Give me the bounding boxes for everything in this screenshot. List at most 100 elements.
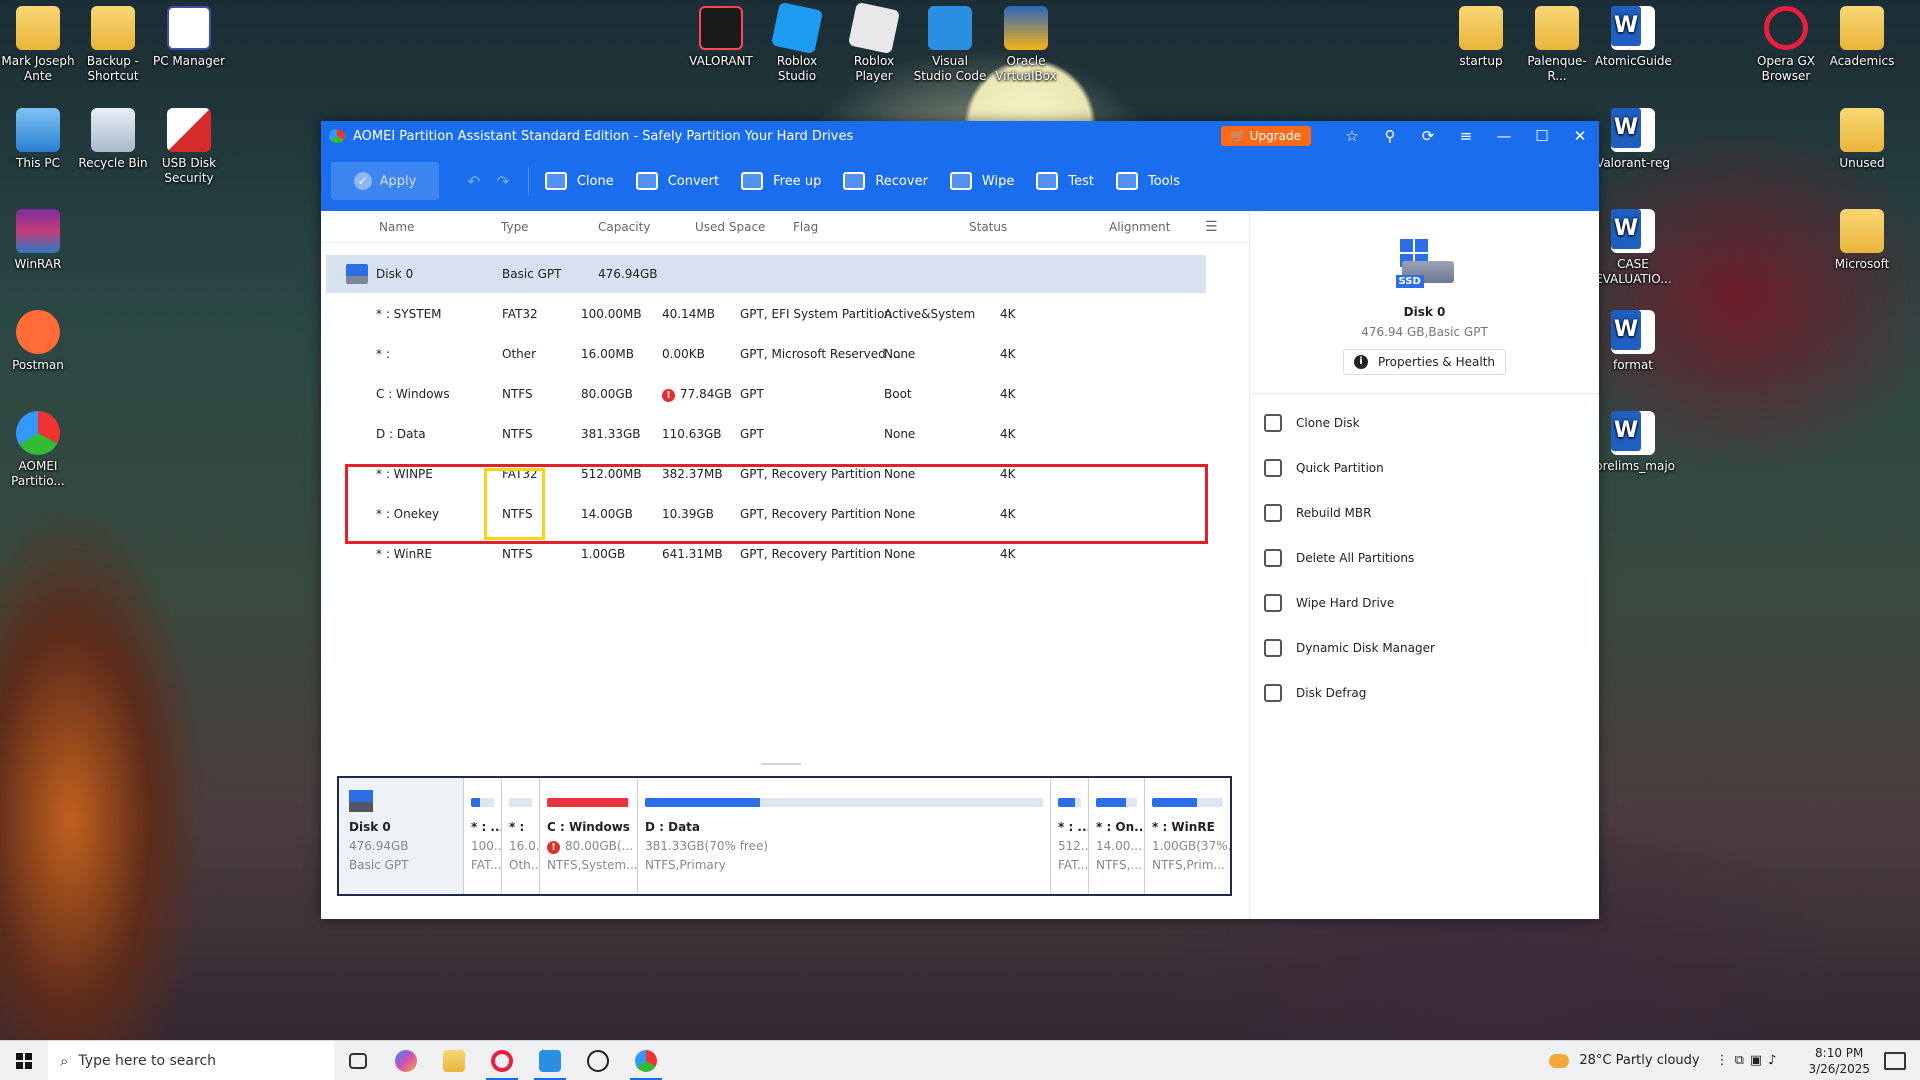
desktop-icon-roblox-studio[interactable]: Roblox Studio xyxy=(759,0,835,84)
postman-icon xyxy=(16,310,60,354)
desktop-icon-prelims[interactable]: prelims_majo xyxy=(1595,405,1675,474)
partition-row[interactable]: * : SYSTEM FAT32 100.00MB 40.14MB GPT, EFI S… xyxy=(326,295,1206,333)
recover-button[interactable]: Recover xyxy=(843,172,928,190)
properties-health-button[interactable]: i Properties & Health xyxy=(1342,349,1507,375)
refresh-icon[interactable]: ⟳ xyxy=(1409,127,1447,145)
desktop-icon-winrar[interactable]: WinRAR xyxy=(0,203,76,272)
convert-button[interactable]: Convert xyxy=(635,172,719,190)
highlight-box-yellow xyxy=(484,468,545,540)
disk-map-partition[interactable]: C : Windows! 80.00GB(... NTFS,System... xyxy=(539,778,637,894)
desktop-icon-roblox-player[interactable]: Roblox Player xyxy=(836,0,912,84)
close-button[interactable]: ✕ xyxy=(1561,127,1599,145)
tray-icons[interactable]: ⋮⧉▣♪ xyxy=(1716,1053,1783,1068)
undo-icon[interactable]: ↶ xyxy=(467,172,480,191)
partition-row[interactable]: C : Windows NTFS 80.00GB ! 77.84GB GPT Boot 4K xyxy=(326,375,1206,413)
disk-map-partition[interactable]: * : On... 14.00... NTFS,... xyxy=(1088,778,1144,894)
wipe-button[interactable]: Wipe xyxy=(949,172,1014,190)
start-button[interactable] xyxy=(0,1041,48,1080)
desktop-icon-virtualbox[interactable]: Oracle VirtualBox xyxy=(988,0,1064,84)
clone-button[interactable]: Clone xyxy=(544,172,614,190)
col-flag[interactable]: Flag xyxy=(793,220,818,234)
upgrade-button[interactable]: 🛒 Upgrade xyxy=(1220,126,1311,146)
desktop-icon-recycle-bin[interactable]: Recycle Bin xyxy=(75,102,151,171)
delete-all-partitions-button[interactable]: Delete All Partitions xyxy=(1250,535,1599,580)
cell-name: * : xyxy=(376,347,390,361)
desktop-icon-postman[interactable]: Postman xyxy=(0,304,76,373)
wipe-hard-drive-button[interactable]: Wipe Hard Drive xyxy=(1250,580,1599,625)
splitter-handle[interactable] xyxy=(761,763,801,765)
disk-map-partition[interactable]: * : ...512...FAT... xyxy=(1050,778,1088,894)
cell-align: 4K xyxy=(1000,347,1016,361)
desktop-icon-opera-gx[interactable]: Opera GX Browser xyxy=(1748,0,1824,84)
disk-map-partition[interactable]: * :16.0...Oth... xyxy=(501,778,539,894)
taskbar-aomei[interactable] xyxy=(622,1041,670,1080)
desktop-icon-valorant-reg[interactable]: Valorant-reg xyxy=(1595,102,1671,171)
weather-icon[interactable] xyxy=(1549,1053,1570,1068)
link-icon[interactable]: ⚲ xyxy=(1371,127,1409,145)
desktop-icon-usb-disk-security[interactable]: USB Disk Security xyxy=(151,102,227,186)
col-type[interactable]: Type xyxy=(501,220,529,234)
taskbar-copilot[interactable] xyxy=(382,1041,430,1080)
minimize-button[interactable]: — xyxy=(1485,127,1523,145)
desktop-icon-aomei[interactable]: AOMEI Partitio... xyxy=(0,405,76,489)
taskbar-opera-gx[interactable] xyxy=(478,1041,526,1080)
side-disk-info: 476.94 GB,Basic GPT xyxy=(1361,325,1488,339)
col-used-space[interactable]: Used Space xyxy=(695,220,765,234)
col-alignment[interactable]: Alignment xyxy=(1109,220,1170,234)
disk-map-partition[interactable]: D : Data 381.33GB(70% free) NTFS,Primary xyxy=(637,778,1050,894)
taskbar-vscode[interactable] xyxy=(526,1041,574,1080)
column-settings-icon[interactable]: ☰ xyxy=(1205,219,1218,235)
menu-icon[interactable]: ≡ xyxy=(1447,127,1485,145)
free-up-button[interactable]: Free up xyxy=(741,172,821,190)
clone-disk-button[interactable]: Clone Disk xyxy=(1250,400,1599,445)
desktop-icon-palenque[interactable]: Palenque-R... xyxy=(1519,0,1595,84)
warning-icon: ! xyxy=(547,841,560,854)
app-logo-icon xyxy=(329,129,345,143)
task-view-button[interactable] xyxy=(334,1041,382,1080)
quick-partition-button[interactable]: Quick Partition xyxy=(1250,445,1599,490)
desktop-icon-this-pc[interactable]: This PC xyxy=(0,102,76,171)
vscode-icon xyxy=(539,1049,561,1072)
tools-button[interactable]: Tools xyxy=(1115,172,1180,190)
taskbar-chatgpt[interactable] xyxy=(574,1041,622,1080)
disk-map-partition[interactable]: * : ...100...FAT... xyxy=(463,778,501,894)
desktop-icon-unused[interactable]: Unused xyxy=(1824,102,1900,171)
desktop-icon-atomicguide[interactable]: AtomicGuide xyxy=(1595,0,1672,69)
redo-icon[interactable]: ↷ xyxy=(496,172,509,191)
desktop-icon-backup-shortcut[interactable]: Backup - Shortcut xyxy=(75,0,151,84)
maximize-button[interactable]: ☐ xyxy=(1523,127,1561,145)
cell-used: 110.63GB xyxy=(662,427,722,441)
desktop-icon-microsoft[interactable]: Microsoft xyxy=(1824,203,1900,272)
cell-capacity: 100.00MB xyxy=(581,307,642,321)
desktop-icon-user-folder[interactable]: Mark Joseph Ante xyxy=(0,0,76,84)
apply-button[interactable]: ✓ Apply xyxy=(331,162,439,200)
test-button[interactable]: Test xyxy=(1036,172,1094,190)
weather-text[interactable]: 28°C Partly cloudy xyxy=(1579,1053,1699,1068)
disk-map-disk[interactable]: Disk 0 476.94GB Basic GPT xyxy=(339,778,463,894)
col-name[interactable]: Name xyxy=(379,220,414,234)
taskbar-search[interactable]: ⌕ Type here to search xyxy=(48,1040,334,1080)
side-disk-name: Disk 0 xyxy=(1403,305,1446,319)
dynamic-disk-manager-button[interactable]: Dynamic Disk Manager xyxy=(1250,625,1599,670)
star-icon[interactable]: ☆ xyxy=(1333,127,1371,145)
desktop-icon-vscode[interactable]: Visual Studio Code xyxy=(912,0,988,84)
desktop-icon-pc-manager[interactable]: PC Manager xyxy=(151,0,227,69)
disk-map-partition[interactable]: * : WinRE1.00GB(37%...NTFS,Prim... xyxy=(1144,778,1230,894)
cell-used: 0.00KB xyxy=(662,347,705,361)
rebuild-mbr-button[interactable]: Rebuild MBR xyxy=(1250,490,1599,535)
desktop-icon-academics[interactable]: Academics xyxy=(1824,0,1900,69)
desktop-icon-valorant[interactable]: VALORANT xyxy=(683,0,759,69)
clock[interactable]: 8:10 PM 3/26/2025 xyxy=(1808,1045,1870,1077)
notification-icon[interactable] xyxy=(1884,1051,1906,1070)
desktop-icon-startup[interactable]: startup xyxy=(1443,0,1519,69)
partition-row[interactable]: * : Other 16.00MB 0.00KB GPT, Microsoft Rese… xyxy=(326,335,1206,373)
disk-row[interactable]: Disk 0 Basic GPT 476.94GB xyxy=(326,255,1206,293)
col-status[interactable]: Status xyxy=(969,220,1007,234)
desktop-icon-format[interactable]: format xyxy=(1595,304,1671,373)
desktop-icon-case-evaluation[interactable]: CASE EVALUATIO... xyxy=(1595,203,1672,287)
col-capacity[interactable]: Capacity xyxy=(598,220,650,234)
disk-defrag-button[interactable]: Disk Defrag xyxy=(1250,670,1599,715)
aomei-icon xyxy=(16,411,60,455)
partition-row[interactable]: D : Data NTFS 381.33GB 110.63GB GPT None 4K xyxy=(326,415,1206,453)
taskbar-file-explorer[interactable] xyxy=(430,1041,478,1080)
